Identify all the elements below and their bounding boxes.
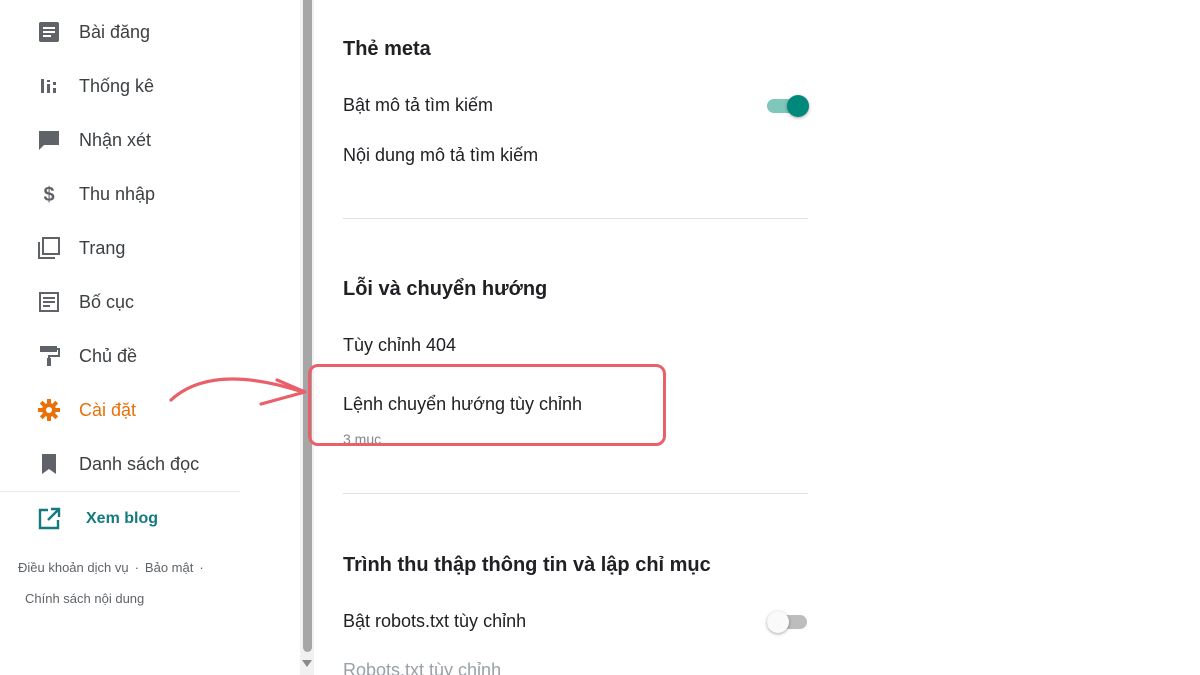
sidebar-item-label: Thu nhập <box>79 183 156 204</box>
scrollbar-thumb[interactable] <box>303 0 312 652</box>
toggle-knob <box>787 95 809 117</box>
custom-404-setting[interactable]: Tùy chỉnh 404 <box>343 335 456 356</box>
meta-section-title: Thẻ meta <box>343 38 431 60</box>
sidebar-item-label: Danh sách đọc <box>79 453 200 474</box>
search-description-content-setting[interactable]: Nội dung mô tả tìm kiếm <box>343 145 538 166</box>
annotation-highlight-box <box>308 364 666 446</box>
sidebar-item-settings[interactable]: Cài đặt <box>36 390 136 430</box>
annotation-arrow-icon <box>169 377 307 406</box>
scroll-down-arrow-icon[interactable] <box>302 660 312 667</box>
stats-icon <box>36 73 62 99</box>
sidebar-item-label: Trang <box>79 237 126 258</box>
svg-text:$: $ <box>43 184 54 205</box>
enable-search-description-label[interactable]: Bật mô tả tìm kiếm <box>343 95 493 116</box>
sidebar-item-pages[interactable]: Trang <box>36 228 125 268</box>
sidebar-item-layout[interactable]: Bố cục <box>36 282 134 322</box>
sidebar-item-label: Bố cục <box>79 291 135 312</box>
enable-custom-robots-label[interactable]: Bật robots.txt tùy chỉnh <box>343 611 526 632</box>
sidebar-item-label: Chủ đề <box>79 345 138 366</box>
privacy-link[interactable]: Bảo mật <box>145 560 193 575</box>
layout-icon <box>36 289 62 315</box>
footer-separator: · <box>199 560 204 575</box>
section-divider <box>343 493 808 494</box>
sidebar-item-posts[interactable]: Bài đăng <box>36 12 150 52</box>
sidebar: Bài đăng Thống kê Nhận xét $ Thu nhập Tr… <box>0 0 300 675</box>
sidebar-item-theme[interactable]: Chủ đề <box>36 336 137 376</box>
sidebar-item-stats[interactable]: Thống kê <box>36 66 154 106</box>
toggle-knob <box>767 611 789 633</box>
gear-icon <box>36 397 62 423</box>
bookmark-icon <box>36 451 62 477</box>
open-in-new-icon <box>36 506 62 532</box>
custom-robots-setting[interactable]: Robots.txt tùy chỉnh <box>343 660 501 675</box>
sidebar-item-label: Thống kê <box>79 75 155 96</box>
section-divider <box>343 218 808 219</box>
enable-custom-robots-toggle[interactable] <box>767 610 809 634</box>
sidebar-item-earnings[interactable]: $ Thu nhập <box>36 174 155 214</box>
paint-roller-icon <box>36 343 62 369</box>
sidebar-item-comments[interactable]: Nhận xét <box>36 120 151 160</box>
sidebar-item-reading-list[interactable]: Danh sách đọc <box>36 444 199 484</box>
view-blog-label: Xem blog <box>86 510 159 527</box>
dollar-icon: $ <box>36 181 62 207</box>
errors-section-title: Lỗi và chuyển hướng <box>343 278 548 300</box>
comment-icon <box>36 127 62 153</box>
crawlers-section-title: Trình thu thập thông tin và lập chỉ mục <box>343 554 711 576</box>
sidebar-scrollbar[interactable] <box>300 0 314 675</box>
footer-links: Điều khoản dịch vụ · Bảo mật · Chính sách n… <box>18 552 248 614</box>
sidebar-item-label: Bài đăng <box>79 21 151 42</box>
posts-icon <box>36 19 62 45</box>
sidebar-divider <box>0 491 240 492</box>
pages-icon <box>36 235 62 261</box>
view-blog-link[interactable]: Xem blog <box>36 503 158 535</box>
terms-link[interactable]: Điều khoản dịch vụ <box>18 560 129 575</box>
content-policy-link[interactable]: Chính sách nội dung <box>25 591 144 606</box>
sidebar-item-label: Cài đặt <box>79 399 137 420</box>
enable-search-description-toggle[interactable] <box>767 94 809 118</box>
footer-separator: · <box>134 560 139 575</box>
sidebar-item-label: Nhận xét <box>79 129 152 150</box>
